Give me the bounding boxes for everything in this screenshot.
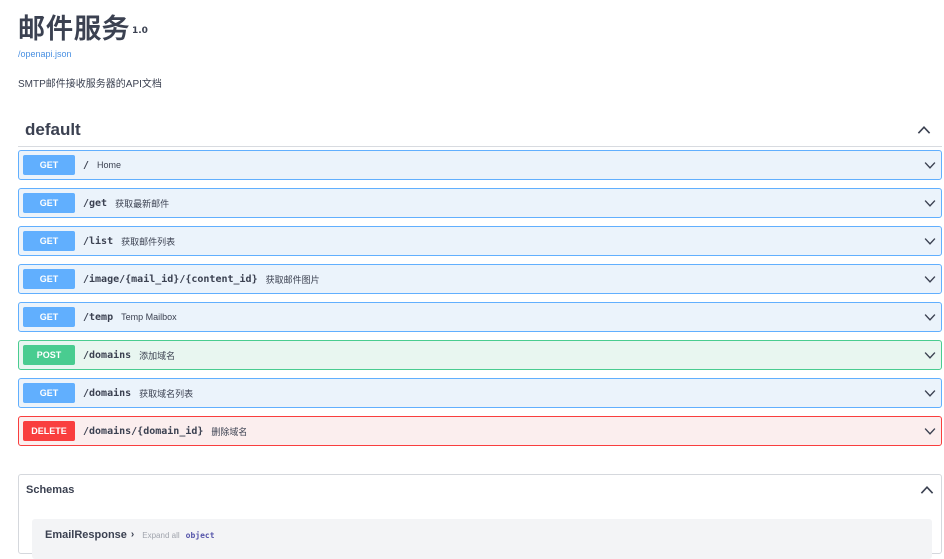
schemas-title: Schemas bbox=[26, 483, 75, 496]
operation-summary: 删除域名 bbox=[211, 426, 248, 437]
opblock-get[interactable]: GET/domains 获取域名列表 bbox=[18, 378, 942, 408]
opblock-post[interactable]: POST/domains 添加域名 bbox=[18, 340, 942, 370]
chevron-down-icon[interactable] bbox=[923, 272, 937, 286]
opblock-get[interactable]: GET/get 获取最新邮件 bbox=[18, 188, 942, 218]
method-badge[interactable]: GET bbox=[23, 307, 75, 327]
model-row-emailresponse[interactable]: EmailResponse › Expand all object bbox=[32, 519, 932, 559]
operation-path[interactable]: /temp bbox=[83, 312, 113, 323]
operation-summary: 获取邮件列表 bbox=[121, 236, 176, 247]
method-badge[interactable]: DELETE bbox=[23, 421, 75, 441]
opblock-get[interactable]: GET/image/{mail_id}/{content_id} 获取邮件图片 bbox=[18, 264, 942, 294]
chevron-down-icon[interactable] bbox=[923, 158, 937, 172]
expand-all-button[interactable]: Expand all bbox=[142, 531, 179, 540]
operation-summary: 获取邮件图片 bbox=[265, 274, 320, 285]
operation-summary: Home bbox=[97, 160, 122, 170]
method-badge[interactable]: GET bbox=[23, 383, 75, 403]
chevron-down-icon[interactable] bbox=[923, 348, 937, 362]
operations-list: GET / Home GET/get 获取最新邮件 GET/list 获取邮件列表 GET/i… bbox=[18, 150, 942, 446]
api-info: 邮件服务 1.0 /openapi.json SMTP邮件接收服务器的API文档 bbox=[18, 12, 162, 90]
chevron-up-icon[interactable] bbox=[919, 482, 935, 498]
operation-path[interactable]: /image/{mail_id}/{content_id} bbox=[83, 274, 258, 285]
operation-path[interactable]: /list bbox=[83, 236, 113, 247]
opblock-delete[interactable]: DELETE/domains/{domain_id} 删除域名 bbox=[18, 416, 942, 446]
chevron-right-icon[interactable]: › bbox=[131, 529, 134, 540]
opblock-get[interactable]: GET/list 获取邮件列表 bbox=[18, 226, 942, 256]
method-badge[interactable]: GET bbox=[23, 155, 75, 175]
operation-summary: 添加域名 bbox=[139, 350, 176, 361]
opblock-get[interactable]: GET/temp Temp Mailbox bbox=[18, 302, 942, 332]
operation-summary: 获取域名列表 bbox=[139, 388, 194, 399]
method-badge[interactable]: POST bbox=[23, 345, 75, 365]
operation-path[interactable]: /domains/{domain_id} bbox=[83, 426, 203, 437]
openapi-json-link[interactable]: /openapi.json bbox=[18, 49, 162, 59]
chevron-down-icon[interactable] bbox=[923, 424, 937, 438]
page-title: 邮件服务 bbox=[18, 14, 130, 44]
operation-path[interactable]: / bbox=[83, 160, 89, 171]
method-badge[interactable]: GET bbox=[23, 269, 75, 289]
tag-header[interactable]: default bbox=[18, 114, 942, 147]
schemas-section: Schemas EmailResponse › Expand all objec… bbox=[18, 474, 942, 559]
model-name[interactable]: EmailResponse bbox=[45, 529, 127, 541]
tag-name: default bbox=[25, 120, 81, 139]
model-type: object bbox=[185, 531, 215, 540]
tag-section-default: default GET / Home GET/get 获取最新邮件 GET/list 获取邮… bbox=[18, 114, 942, 454]
operation-path[interactable]: /domains bbox=[83, 350, 131, 361]
schemas-header[interactable]: Schemas bbox=[19, 475, 941, 504]
chevron-up-icon[interactable] bbox=[916, 122, 932, 138]
operation-path[interactable]: /domains bbox=[83, 388, 131, 399]
chevron-down-icon[interactable] bbox=[923, 196, 937, 210]
chevron-down-icon[interactable] bbox=[923, 310, 937, 324]
operation-summary: 获取最新邮件 bbox=[115, 198, 170, 209]
title-row: 邮件服务 1.0 bbox=[18, 12, 162, 46]
chevron-down-icon[interactable] bbox=[923, 386, 937, 400]
method-badge[interactable]: GET bbox=[23, 231, 75, 251]
operation-summary: Temp Mailbox bbox=[121, 312, 177, 322]
version-badge: 1.0 bbox=[132, 26, 148, 36]
method-badge[interactable]: GET bbox=[23, 193, 75, 213]
chevron-down-icon[interactable] bbox=[923, 234, 937, 248]
opblock-get[interactable]: GET / Home bbox=[18, 150, 942, 180]
api-description: SMTP邮件接收服务器的API文档 bbox=[18, 79, 162, 90]
operation-path[interactable]: /get bbox=[83, 198, 107, 209]
